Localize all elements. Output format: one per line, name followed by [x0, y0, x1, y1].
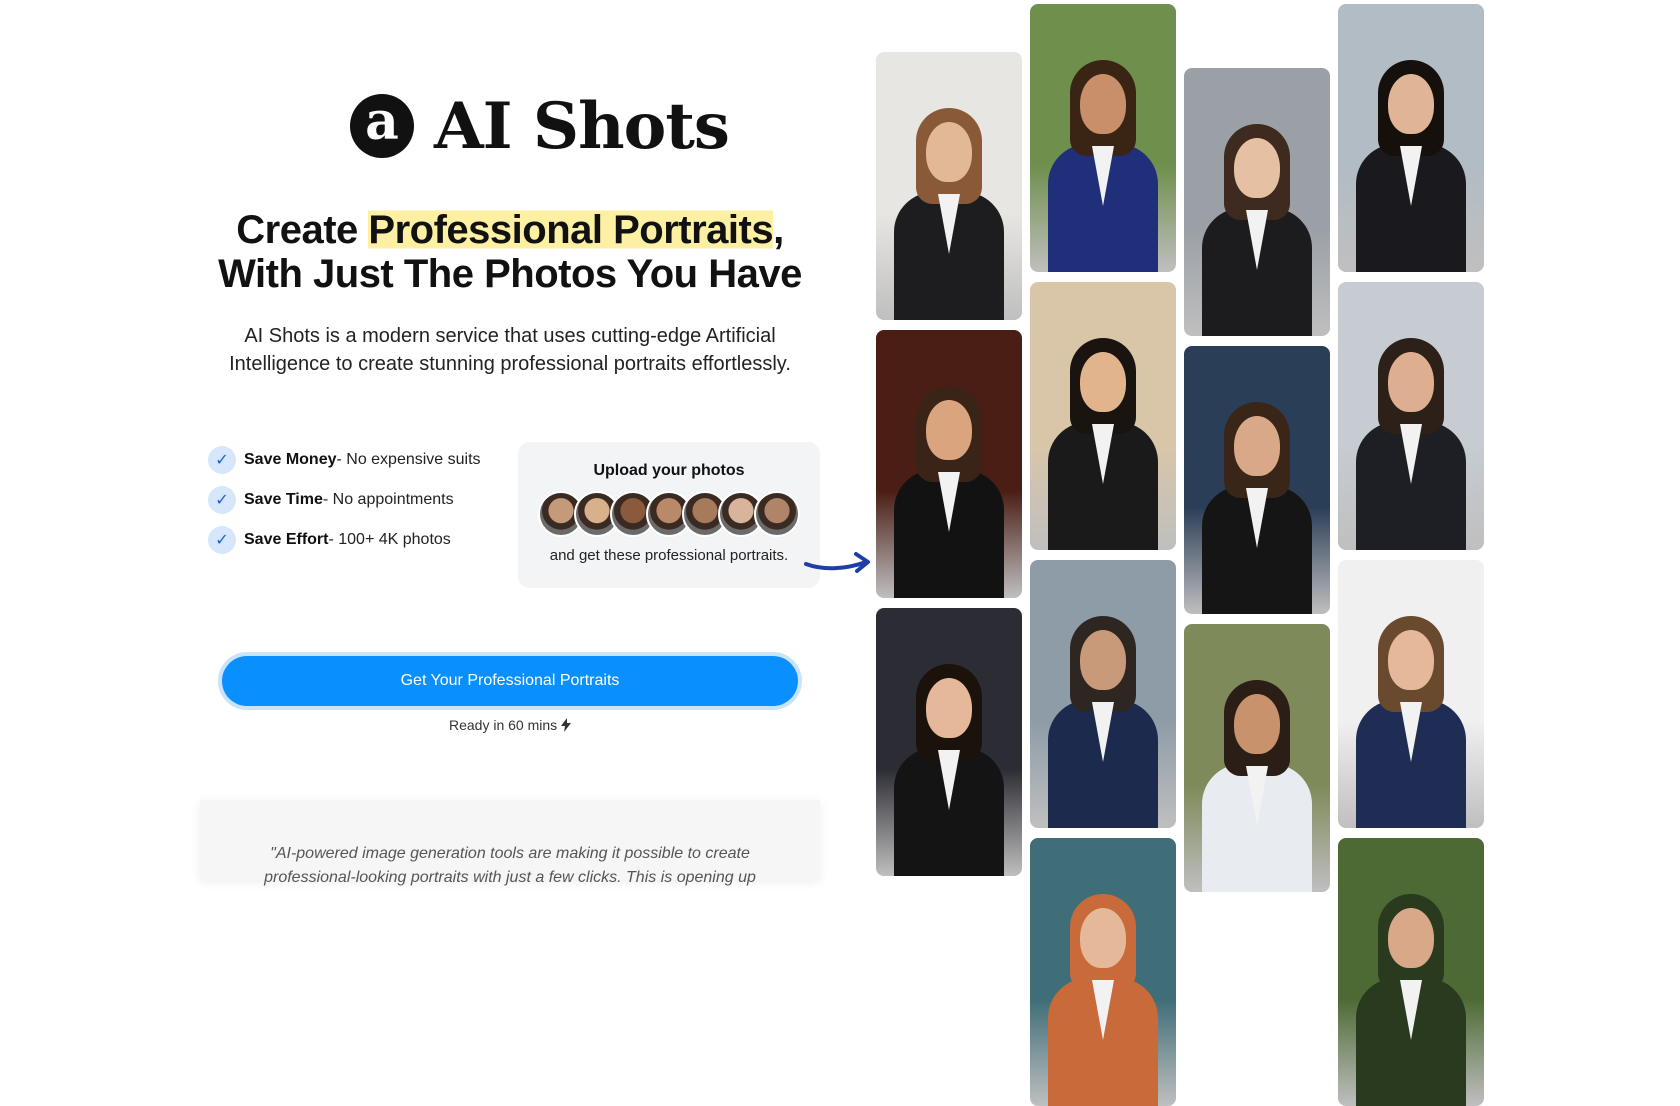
logo-icon: a	[350, 94, 414, 158]
portrait-man-tuxedo	[876, 330, 1022, 598]
brand-name: AI Shots	[434, 88, 730, 164]
portrait-woman-microphone	[876, 608, 1022, 876]
upload-footer: and get these professional portraits.	[549, 547, 789, 564]
check-icon: ✓	[208, 526, 236, 554]
headline-highlight: Professional Portraits	[368, 208, 774, 252]
portrait-partial-green	[1338, 838, 1484, 1106]
feature-title: Save Money	[244, 451, 337, 468]
feature-item: ✓ Save Effort - 100+ 4K photos	[208, 526, 481, 554]
ready-note-text: Ready in 60 mins	[448, 717, 558, 733]
feature-detail: - 100+ 4K photos	[328, 531, 451, 548]
brand-logo[interactable]: a AI Shots	[350, 88, 730, 164]
portrait-partial-red-hair	[1030, 838, 1176, 1106]
cta-button-ring: Get Your Professional Portraits	[218, 652, 802, 710]
feature-title: Save Effort	[244, 531, 329, 548]
portrait-woman-black-blazer	[1184, 346, 1330, 614]
arrow-right-icon	[804, 552, 870, 573]
hero-description: AI Shots is a modern service that uses c…	[229, 325, 791, 375]
sample-avatar	[754, 491, 800, 537]
portrait-man-white-shirt	[1184, 624, 1330, 892]
feature-list: ✓ Save Money - No expensive suits ✓ Save…	[208, 446, 481, 566]
testimonial-quote-card: "AI-powered image generation tools are m…	[200, 800, 820, 886]
portrait-man-young-suit	[1030, 282, 1176, 550]
portrait-man-navy-suit	[1030, 560, 1176, 828]
portrait-woman-leather-jacket	[1184, 68, 1330, 336]
quote-text: "AI-powered image generation tools are m…	[264, 845, 756, 886]
portrait-woman-seated-office	[876, 52, 1022, 320]
hero-headline: Create Professional Portraits, With Just…	[190, 208, 830, 296]
upload-title: Upload your photos	[593, 462, 745, 479]
portrait-woman-dark-suit	[1338, 4, 1484, 272]
upload-card: Upload your photos and get these profess…	[518, 442, 820, 588]
check-icon: ✓	[208, 446, 236, 474]
portrait-man-navy-white	[1338, 560, 1484, 828]
feature-detail: - No expensive suits	[336, 451, 481, 468]
feature-item: ✓ Save Time - No appointments	[208, 486, 481, 514]
feature-detail: - No appointments	[322, 491, 454, 508]
feature-title: Save Time	[244, 491, 323, 508]
sample-avatars	[518, 491, 820, 537]
portrait-man-dark-suit	[1338, 282, 1484, 550]
headline-start: Create	[236, 208, 369, 252]
portrait-woman-navy-blazer	[1030, 4, 1176, 272]
ready-note: Ready in 60 mins	[218, 717, 802, 733]
get-portraits-button[interactable]: Get Your Professional Portraits	[222, 656, 798, 706]
check-icon: ✓	[208, 486, 236, 514]
lightning-icon	[561, 718, 572, 732]
feature-item: ✓ Save Money - No expensive suits	[208, 446, 481, 474]
